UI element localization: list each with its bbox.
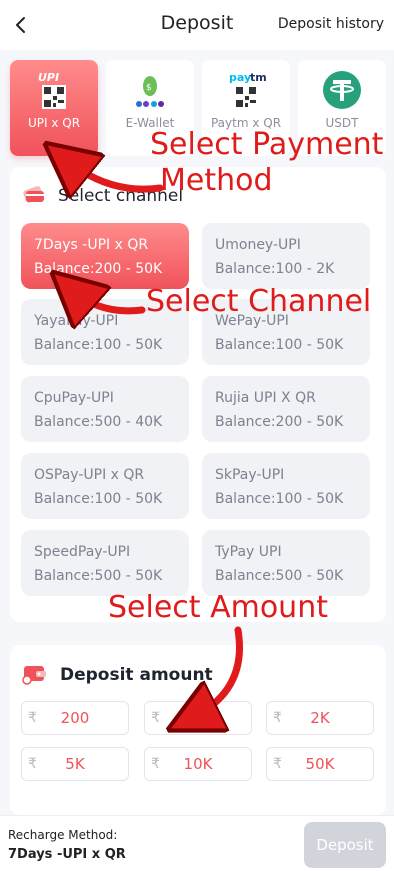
- wallet-icon: [22, 661, 48, 689]
- svg-text:pay: pay: [229, 71, 251, 84]
- channel-balance: Balance:100 - 50K: [34, 337, 163, 353]
- channel-balance: Balance:100 - 2K: [215, 261, 335, 277]
- amount-option[interactable]: ₹ 10K: [144, 747, 252, 781]
- channel-card-icon: [22, 183, 46, 209]
- deposit-button[interactable]: Deposit: [304, 822, 386, 868]
- channel-option[interactable]: CpuPay-UPI Balance:500 - 40K: [21, 376, 189, 442]
- method-label: UPI x QR: [27, 116, 81, 130]
- channel-section-header: Select channel: [22, 183, 183, 209]
- channel-option[interactable]: SkPay-UPI Balance:100 - 50K: [202, 453, 370, 519]
- amount-option[interactable]: ₹ 2K: [266, 701, 374, 735]
- amount-section-header: Deposit amount: [22, 661, 213, 689]
- upi-qr-icon: UPI: [34, 70, 74, 110]
- channel-option[interactable]: 7Days -UPI x QR Balance:200 - 50K: [21, 223, 189, 289]
- method-upi-qr[interactable]: UPI UPI x QR: [10, 60, 98, 156]
- channel-name: SkPay-UPI: [215, 467, 285, 483]
- channel-balance: Balance:100 - 50K: [34, 491, 163, 507]
- channel-name: CpuPay-UPI: [34, 390, 114, 406]
- amount-option[interactable]: ₹ 1K: [144, 701, 252, 735]
- svg-text:tm: tm: [250, 71, 266, 84]
- header-bar: Deposit Deposit history: [0, 0, 394, 50]
- svg-text:$: $: [146, 83, 152, 93]
- amount-value: 10K: [183, 755, 213, 773]
- channel-balance: Balance:200 - 50K: [34, 261, 163, 277]
- amount-option[interactable]: ₹ 5K: [21, 747, 129, 781]
- rupee-icon: ₹: [151, 756, 160, 772]
- amount-value: 2K: [310, 709, 330, 727]
- amount-section: Deposit amount ₹ 200 ₹ 1K ₹ 2K ₹ 5K ₹ 10…: [10, 645, 386, 815]
- rupee-icon: ₹: [273, 710, 282, 726]
- channel-balance: Balance:500 - 50K: [215, 568, 344, 584]
- annotation-payment-line1: Select Payment: [150, 127, 384, 162]
- recharge-method-label: Recharge Method:: [8, 828, 118, 842]
- amount-section-title: Deposit amount: [60, 665, 213, 685]
- amount-value: 1K: [188, 709, 208, 727]
- e-wallet-icon: $: [130, 70, 170, 110]
- channel-option[interactable]: OSPay-UPI x QR Balance:100 - 50K: [21, 453, 189, 519]
- rupee-icon: ₹: [273, 756, 282, 772]
- channel-name: TyPay UPI: [215, 544, 282, 560]
- annotation-amount: Select Amount: [108, 590, 328, 625]
- channel-name: 7Days -UPI x QR: [34, 237, 149, 253]
- rupee-icon: ₹: [28, 710, 37, 726]
- channel-section: Select channel 7Days -UPI x QR Balance:2…: [10, 167, 386, 622]
- annotation-payment-line2: Method: [160, 163, 273, 198]
- channel-option[interactable]: Umoney-UPI Balance:100 - 2K: [202, 223, 370, 289]
- channel-name: Rujia UPI X QR: [215, 390, 316, 406]
- recharge-method-value: 7Days -UPI x QR: [8, 847, 126, 862]
- channel-name: SpeedPay-UPI: [34, 544, 131, 560]
- channel-balance: Balance:200 - 50K: [215, 414, 344, 430]
- amount-option[interactable]: ₹ 50K: [266, 747, 374, 781]
- amount-option[interactable]: ₹ 200: [21, 701, 129, 735]
- amount-value: 5K: [65, 755, 85, 773]
- channel-balance: Balance:500 - 50K: [34, 568, 163, 584]
- channel-balance: Balance:500 - 40K: [34, 414, 163, 430]
- rupee-icon: ₹: [151, 710, 160, 726]
- annotation-channel: Select Channel: [146, 284, 372, 319]
- amount-value: 50K: [305, 755, 335, 773]
- channel-balance: Balance:100 - 50K: [215, 337, 344, 353]
- deposit-history-link[interactable]: Deposit history: [278, 16, 384, 32]
- svg-text:UPI: UPI: [38, 71, 59, 84]
- paytm-qr-icon: pay tm: [226, 70, 267, 110]
- channel-option[interactable]: SpeedPay-UPI Balance:500 - 50K: [21, 530, 189, 596]
- channel-option[interactable]: TyPay UPI Balance:500 - 50K: [202, 530, 370, 596]
- channel-name: OSPay-UPI x QR: [34, 467, 145, 483]
- usdt-icon: [322, 70, 362, 110]
- channel-balance: Balance:100 - 50K: [215, 491, 344, 507]
- rupee-icon: ₹: [28, 756, 37, 772]
- channel-option[interactable]: Rujia UPI X QR Balance:200 - 50K: [202, 376, 370, 442]
- footer-bar: Recharge Method: 7Days -UPI x QR Deposit: [0, 815, 394, 871]
- channel-name: Umoney-UPI: [215, 237, 301, 253]
- amount-value: 200: [60, 709, 90, 727]
